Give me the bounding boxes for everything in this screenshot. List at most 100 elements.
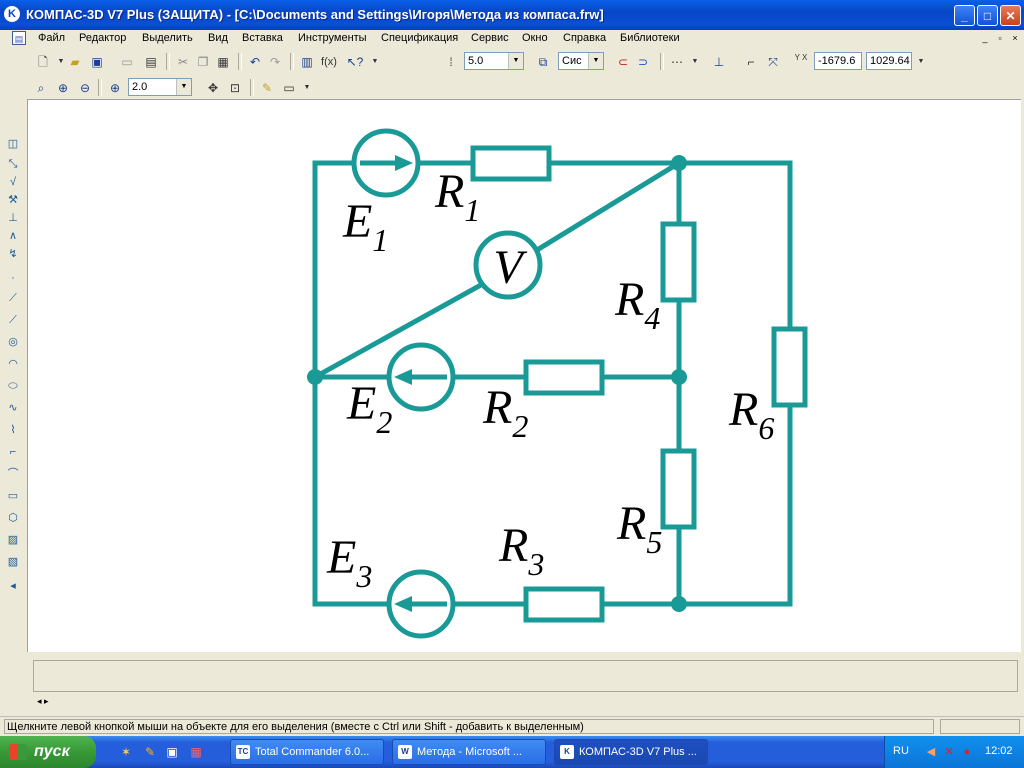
chevron-down-icon[interactable]: ▼ <box>508 53 523 69</box>
snap-points-icon[interactable]: ⤧ <box>764 53 782 71</box>
refresh-icon[interactable]: ✎ <box>258 79 276 97</box>
chevron-down-icon[interactable]: ▼ <box>176 79 191 95</box>
symbols-tool-icon[interactable]: √ <box>5 174 21 190</box>
display-dropdown-icon[interactable]: ▼ <box>298 79 316 97</box>
mdi-close-button[interactable]: × <box>1010 33 1020 43</box>
pan-icon[interactable]: ✥ <box>204 79 222 97</box>
polyline-tool-icon[interactable]: ⌇ <box>5 422 21 438</box>
drawing-canvas[interactable]: V E1 E2 E3 R1 R2 R3 R4 R5 R6 <box>27 99 1021 653</box>
print-icon[interactable]: ▭ <box>118 53 136 71</box>
help-pointer-icon[interactable]: ↖? <box>346 53 364 71</box>
menu-window[interactable]: Окно <box>522 32 548 44</box>
node-top <box>671 155 687 171</box>
select-tool-icon[interactable]: ↯ <box>5 246 21 262</box>
task-total-commander[interactable]: TC Total Commander 6.0... <box>230 739 384 765</box>
print-preview-icon[interactable]: ▤ <box>142 53 160 71</box>
undo-icon[interactable]: ↶ <box>246 53 264 71</box>
document-icon[interactable]: ▤ <box>12 31 26 45</box>
zoom-out-icon[interactable]: ⊖ <box>76 79 94 97</box>
minimize-button[interactable]: _ <box>954 5 975 26</box>
display-mode-icon[interactable]: ▭ <box>280 79 298 97</box>
zoom-select[interactable]: 2.0 ▼ <box>128 78 192 96</box>
coord-x-field[interactable]: -1679.6 <box>814 52 862 70</box>
cut-icon[interactable]: ✂ <box>174 53 192 71</box>
orthogonal-icon[interactable]: ⊥ <box>710 53 728 71</box>
start-button[interactable]: пуск <box>0 736 96 768</box>
segment-tool-icon[interactable]: ⟋ <box>5 312 21 328</box>
label-r6: R6 <box>728 383 774 446</box>
zoom-all-icon[interactable]: ⊡ <box>226 79 244 97</box>
language-indicator[interactable]: RU <box>893 745 909 757</box>
menu-insert[interactable]: Вставка <box>242 32 283 44</box>
more-tools-icon[interactable]: ◂ <box>5 578 21 594</box>
point-tool-icon[interactable]: · <box>5 270 21 286</box>
menu-service[interactable]: Сервис <box>471 32 509 44</box>
quicklaunch-kompas-icon[interactable]: ▦ <box>188 744 204 760</box>
function-icon[interactable]: f(x) <box>318 53 340 71</box>
zoom-in-icon[interactable]: ⊕ <box>54 79 72 97</box>
step-grid-icon[interactable]: ⁞ <box>442 53 460 71</box>
hatch-tool-icon[interactable]: ▨ <box>5 532 21 548</box>
step-select[interactable]: 5.0 ▼ <box>464 52 524 70</box>
coord-y-field[interactable]: 1029.64 <box>866 52 912 70</box>
local-snap-icon[interactable]: ⊃ <box>634 53 652 71</box>
ortho-mode-icon[interactable]: ⌐ <box>742 53 760 71</box>
dimension-tool-icon[interactable]: ⤡ <box>5 156 21 172</box>
snap-magnet-icon[interactable]: ⊂ <box>614 53 632 71</box>
auxiliary-line-icon[interactable]: ⟋ <box>5 290 21 306</box>
edit-tool-icon[interactable]: ⚒ <box>5 192 21 208</box>
task-word[interactable]: W Метода - Microsoft ... <box>392 739 546 765</box>
fill-tool-icon[interactable]: ▧ <box>5 554 21 570</box>
spline-tool-icon[interactable]: ∿ <box>5 400 21 416</box>
zoom-window-icon[interactable]: ⌕ <box>32 79 50 97</box>
menu-view[interactable]: Вид <box>208 32 228 44</box>
task-kompas[interactable]: K КОМПАС-3D V7 Plus ... <box>554 739 708 765</box>
quicklaunch-pencil-icon[interactable]: ✎ <box>142 744 158 760</box>
polygon-tool-icon[interactable]: ⬡ <box>5 510 21 526</box>
tray-x-icon[interactable]: ✕ <box>941 744 957 760</box>
fillet-tool-icon[interactable]: ⌒ <box>5 466 21 482</box>
ellipse-tool-icon[interactable]: ⬭ <box>5 378 21 394</box>
chevron-down-icon[interactable]: ▼ <box>588 53 603 69</box>
parametrize-tool-icon[interactable]: ⊥ <box>5 210 21 226</box>
grid-dropdown-icon[interactable]: ▼ <box>686 53 704 71</box>
property-panel: ◂ ▸ <box>27 652 1020 716</box>
menu-libraries[interactable]: Библиотеки <box>620 32 680 44</box>
kompas-logo-icon[interactable]: K <box>4 6 20 22</box>
grid-icon[interactable]: ⋯ <box>668 53 686 71</box>
copy-icon[interactable]: ❐ <box>194 53 212 71</box>
open-folder-icon[interactable]: ▰ <box>66 53 84 71</box>
geometry-tool-icon[interactable]: ◫ <box>5 136 21 152</box>
measure-tool-icon[interactable]: ∧ <box>5 228 21 244</box>
chamfer-tool-icon[interactable]: ⌐ <box>5 444 21 460</box>
quicklaunch-desktop-icon[interactable]: ▣ <box>164 744 180 760</box>
paste-icon[interactable]: ▦ <box>214 53 232 71</box>
close-button[interactable]: ✕ <box>1000 5 1021 26</box>
arc-tool-icon[interactable]: ◠ <box>5 356 21 372</box>
menu-tools[interactable]: Инструменты <box>298 32 367 44</box>
layer-select[interactable]: Сис ▼ <box>558 52 604 70</box>
help-dropdown-icon[interactable]: ▼ <box>366 53 384 71</box>
menu-help[interactable]: Справка <box>563 32 606 44</box>
menu-editor[interactable]: Редактор <box>79 32 126 44</box>
save-icon[interactable]: ▣ <box>88 53 106 71</box>
panel-scroll-arrows-icon[interactable]: ◂ ▸ <box>37 696 49 707</box>
layers-icon[interactable]: ⧉ <box>534 53 552 71</box>
mdi-minimize-button[interactable]: _ <box>980 33 990 43</box>
zoom-scale-icon[interactable]: ⊕ <box>106 79 124 97</box>
new-file-icon[interactable]: 🗋 <box>34 53 52 71</box>
tray-antivirus-icon[interactable]: ● <box>959 744 975 760</box>
manager-icon[interactable]: ▥ <box>298 53 316 71</box>
coord-dropdown-icon[interactable]: ▼ <box>912 53 930 71</box>
quicklaunch-run-icon[interactable]: ✶ <box>118 744 134 760</box>
tray-arrow-icon[interactable]: ◀ <box>923 744 939 760</box>
menu-select[interactable]: Выделить <box>142 32 193 44</box>
redo-icon[interactable]: ↷ <box>266 53 284 71</box>
menu-specification[interactable]: Спецификация <box>381 32 458 44</box>
maximize-button[interactable]: □ <box>977 5 998 26</box>
circle-tool-icon[interactable]: ◎ <box>5 334 21 350</box>
menu-file[interactable]: Файл <box>38 32 65 44</box>
rectangle-tool-icon[interactable]: ▭ <box>5 488 21 504</box>
start-label: пуск <box>34 743 70 760</box>
mdi-restore-button[interactable]: ▫ <box>995 33 1005 43</box>
